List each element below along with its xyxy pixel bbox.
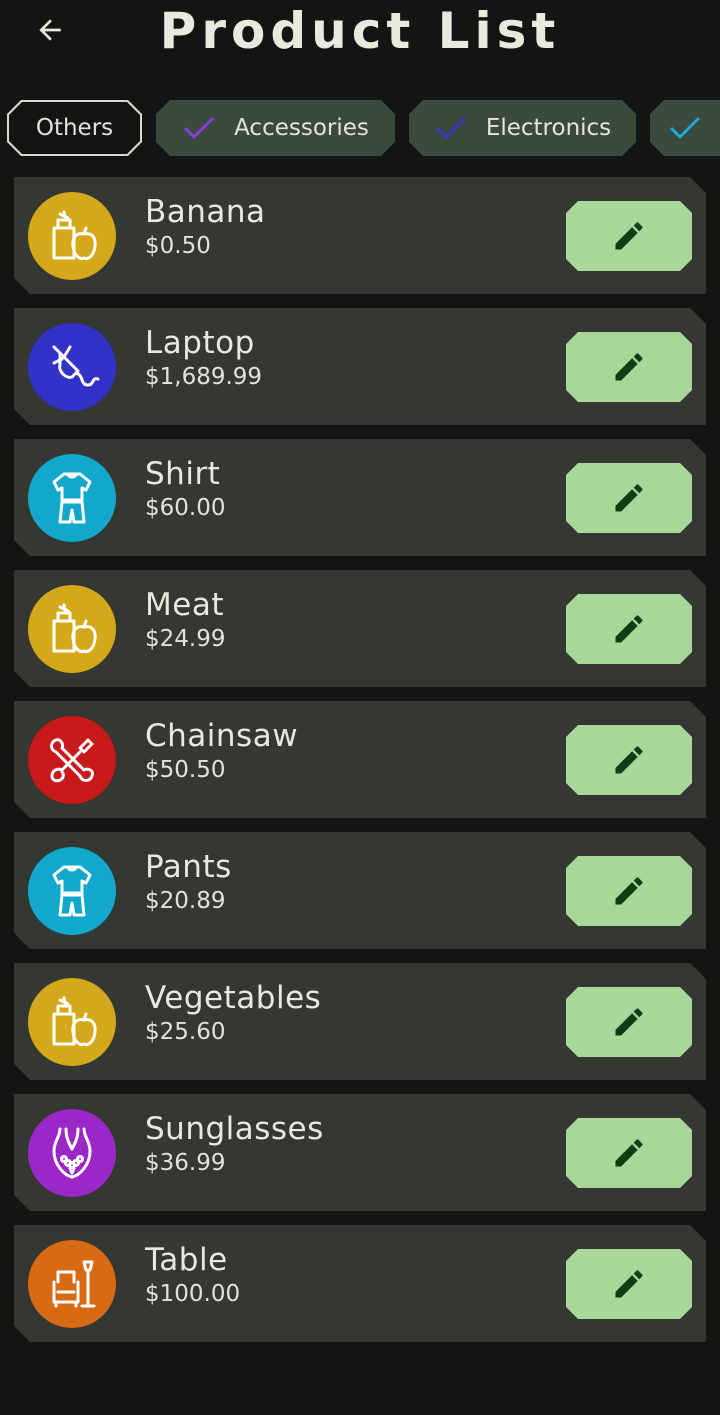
grocery-bag-icon bbox=[28, 978, 116, 1066]
clothes-icon bbox=[28, 454, 116, 542]
product-name: Table bbox=[145, 1242, 228, 1278]
app-bar: Product List bbox=[0, 0, 720, 64]
product-price: $0.50 bbox=[145, 233, 211, 259]
chip-clothing-partial[interactable] bbox=[650, 100, 720, 156]
product-price: $50.50 bbox=[145, 757, 226, 783]
pencil-icon bbox=[611, 1004, 647, 1040]
category-filter-chips: Others Accessories Electronics bbox=[0, 100, 720, 156]
edit-button[interactable] bbox=[566, 725, 692, 795]
edit-button[interactable] bbox=[566, 332, 692, 402]
tools-icon bbox=[28, 716, 116, 804]
product-card[interactable]: Sunglasses $36.99 bbox=[14, 1094, 706, 1211]
product-name: Shirt bbox=[145, 456, 221, 492]
product-price: $1,689.99 bbox=[145, 364, 263, 390]
edit-button[interactable] bbox=[566, 987, 692, 1057]
product-name: Laptop bbox=[145, 325, 255, 361]
edit-button[interactable] bbox=[566, 1118, 692, 1188]
chip-others[interactable]: Others bbox=[7, 100, 142, 156]
product-name: Meat bbox=[145, 587, 224, 623]
product-card[interactable]: Meat $24.99 bbox=[14, 570, 706, 687]
pencil-icon bbox=[611, 480, 647, 516]
product-price: $36.99 bbox=[145, 1150, 226, 1176]
check-icon bbox=[434, 114, 468, 142]
check-icon bbox=[182, 114, 216, 142]
edit-button[interactable] bbox=[566, 856, 692, 926]
product-name: Sunglasses bbox=[145, 1111, 324, 1147]
chip-electronics[interactable]: Electronics bbox=[409, 100, 636, 156]
edit-button[interactable] bbox=[566, 463, 692, 533]
product-price: $100.00 bbox=[145, 1281, 241, 1307]
product-name: Banana bbox=[145, 194, 266, 230]
edit-button[interactable] bbox=[566, 1249, 692, 1319]
pencil-icon bbox=[611, 1135, 647, 1171]
pencil-icon bbox=[611, 611, 647, 647]
grocery-bag-icon bbox=[28, 585, 116, 673]
check-icon bbox=[668, 114, 702, 142]
product-name: Chainsaw bbox=[145, 718, 299, 754]
chip-accessories[interactable]: Accessories bbox=[156, 100, 395, 156]
pencil-icon bbox=[611, 742, 647, 778]
edit-button[interactable] bbox=[566, 201, 692, 271]
product-card[interactable]: Chainsaw $50.50 bbox=[14, 701, 706, 818]
plug-icon bbox=[28, 323, 116, 411]
product-card[interactable]: Pants $20.89 bbox=[14, 832, 706, 949]
product-price: $25.60 bbox=[145, 1019, 226, 1045]
pencil-icon bbox=[611, 873, 647, 909]
product-price: $24.99 bbox=[145, 626, 226, 652]
pencil-icon bbox=[611, 218, 647, 254]
product-card[interactable]: Laptop $1,689.99 bbox=[14, 308, 706, 425]
product-card[interactable]: Banana $0.50 bbox=[14, 177, 706, 294]
product-price: $60.00 bbox=[145, 495, 226, 521]
product-price: $20.89 bbox=[145, 888, 226, 914]
clothes-icon bbox=[28, 847, 116, 935]
product-card[interactable]: Shirt $60.00 bbox=[14, 439, 706, 556]
chip-label: Electronics bbox=[485, 115, 612, 141]
grocery-bag-icon bbox=[28, 192, 116, 280]
pencil-icon bbox=[611, 349, 647, 385]
product-name: Pants bbox=[145, 849, 232, 885]
chip-label: Accessories bbox=[234, 115, 369, 141]
pencil-icon bbox=[611, 1266, 647, 1302]
edit-button[interactable] bbox=[566, 594, 692, 664]
necklace-icon bbox=[28, 1109, 116, 1197]
furniture-icon bbox=[28, 1240, 116, 1328]
product-name: Vegetables bbox=[145, 980, 322, 1016]
product-card[interactable]: Vegetables $25.60 bbox=[14, 963, 706, 1080]
product-card[interactable]: Table $100.00 bbox=[14, 1225, 706, 1342]
page-title: Product List bbox=[159, 2, 561, 60]
chip-label: Others bbox=[35, 115, 114, 141]
